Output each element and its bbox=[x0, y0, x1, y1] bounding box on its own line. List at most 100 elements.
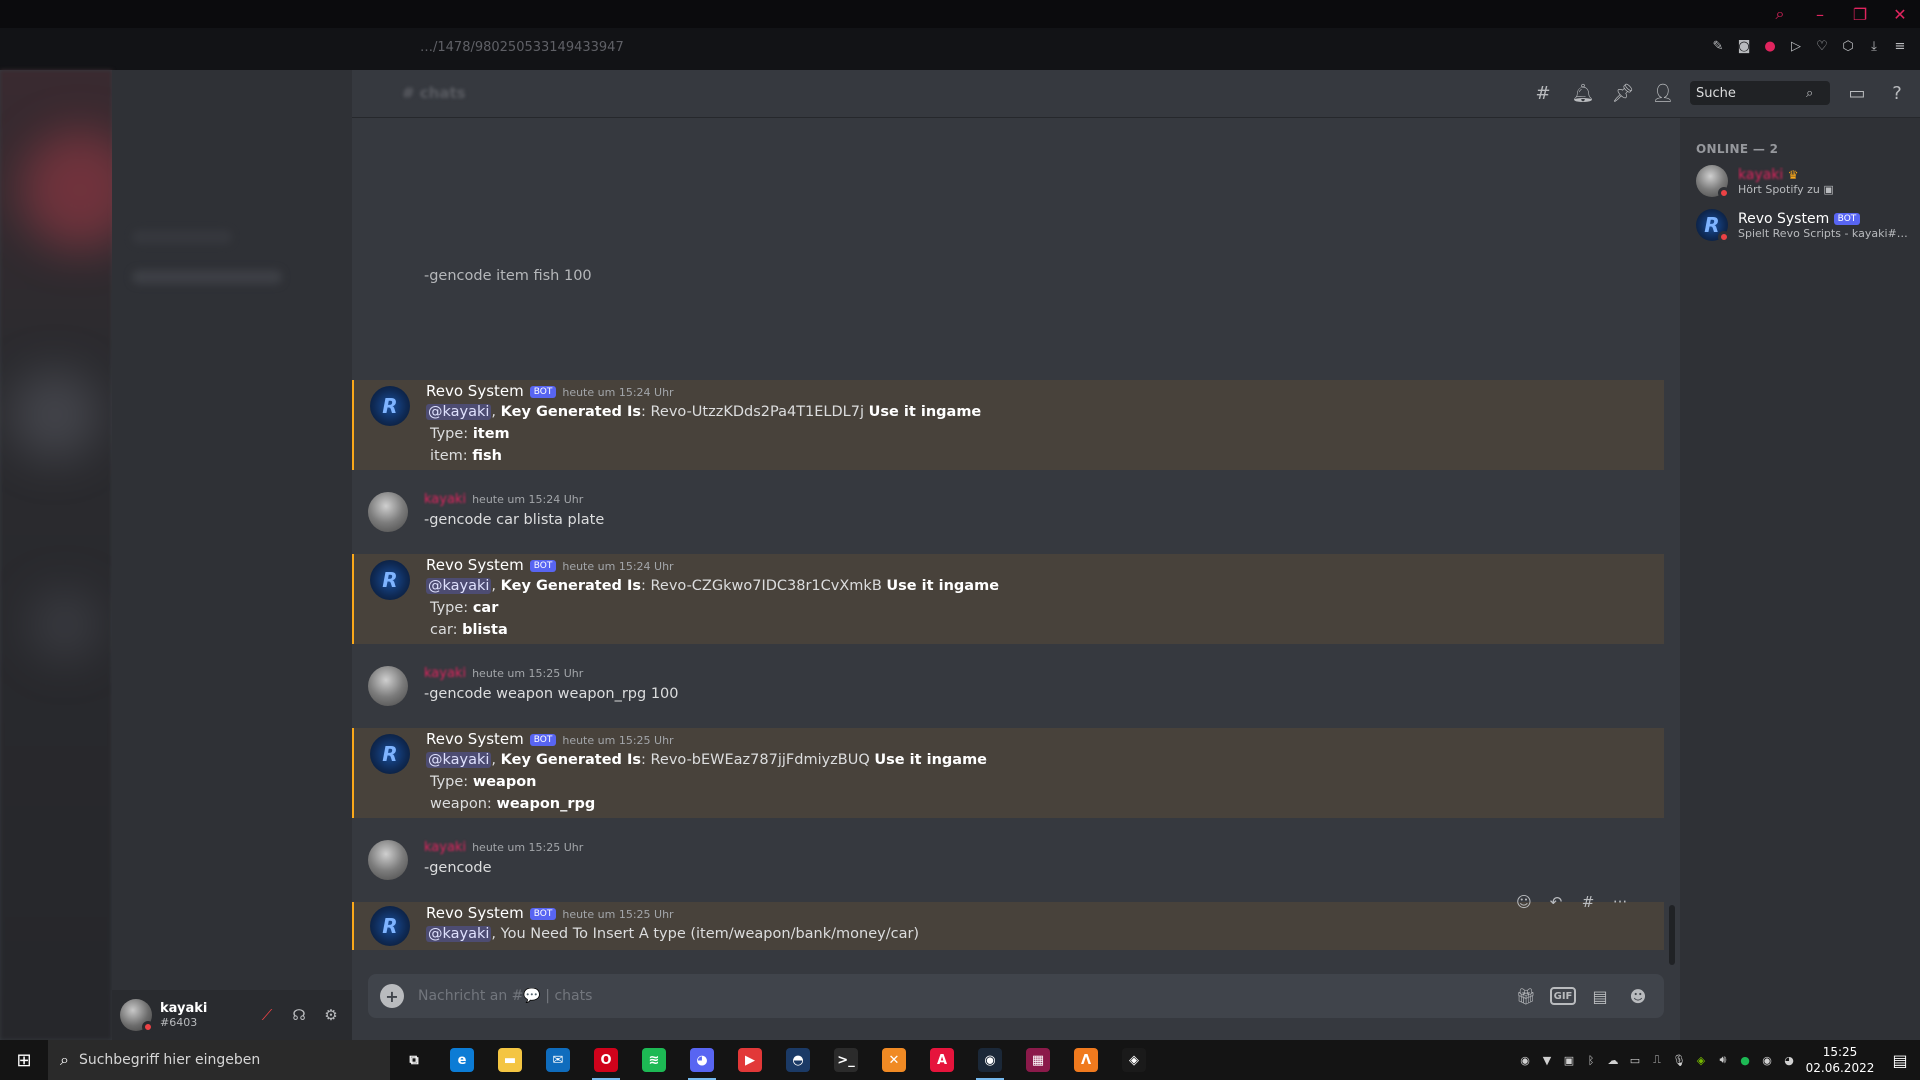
taskbar-app-app-blue[interactable]: ◓ bbox=[774, 1040, 822, 1080]
settings-gear-icon[interactable]: ⚙ bbox=[318, 1002, 344, 1028]
cube-icon[interactable]: ⬡ bbox=[1840, 38, 1856, 54]
member-item[interactable]: R Revo System BOT Spielt Revo Scripts - … bbox=[1696, 204, 1916, 246]
message-scrollbar[interactable] bbox=[1668, 118, 1676, 968]
cloud-icon[interactable]: ☁ bbox=[1602, 1040, 1624, 1080]
emoji-icon[interactable]: ☻ bbox=[1624, 983, 1652, 1009]
taskbar-app-task-view[interactable]: ⧉ bbox=[390, 1040, 438, 1080]
steam-tray-icon[interactable]: ◉ bbox=[1756, 1040, 1778, 1080]
taskbar-app-file-explorer[interactable]: ▬ bbox=[486, 1040, 534, 1080]
bot-message[interactable]: R Revo System BOT heute um 15:24 Uhr @ka… bbox=[352, 554, 1664, 644]
user-mention[interactable]: @kayaki bbox=[426, 752, 492, 768]
taskbar-app-xampp[interactable]: ✕ bbox=[870, 1040, 918, 1080]
reply-icon[interactable]: ↶ bbox=[1542, 888, 1570, 916]
add-attachment-icon[interactable]: + bbox=[380, 984, 404, 1008]
member-item[interactable]: kayaki ♛ Hört Spotify zu ▣ bbox=[1696, 160, 1916, 202]
taskbar-app-app-orange[interactable]: Λ bbox=[1062, 1040, 1110, 1080]
mute-microphone-icon[interactable]: ⟋ bbox=[254, 1002, 280, 1028]
message-continuation[interactable]: -gencode item fish 100 bbox=[352, 264, 1664, 292]
edit-icon[interactable]: ✎ bbox=[1710, 38, 1726, 54]
bot-message[interactable]: R Revo System BOT heute um 15:25 Uhr @ka… bbox=[352, 902, 1664, 950]
avatar[interactable] bbox=[120, 999, 154, 1033]
taskbar-app-terminal[interactable]: >_ bbox=[822, 1040, 870, 1080]
play-icon[interactable]: ▷ bbox=[1788, 38, 1804, 54]
restore-icon[interactable]: ❐ bbox=[1840, 0, 1880, 28]
record-icon[interactable]: ● bbox=[1762, 38, 1778, 54]
bot-message[interactable]: R Revo System BOT heute um 15:24 Uhr @ka… bbox=[352, 380, 1664, 470]
member-list-header: ONLINE — 2 bbox=[1696, 142, 1779, 156]
user-message[interactable]: kayaki heute um 15:25 Uhr -gencode bbox=[352, 836, 1664, 888]
network-icon[interactable]: ▭ bbox=[1624, 1040, 1646, 1080]
spotify-tray-icon[interactable]: ● bbox=[1734, 1040, 1756, 1080]
bluetooth-icon[interactable]: ᛒ bbox=[1580, 1040, 1602, 1080]
taskbar-clock[interactable]: 15:25 02.06.2022 bbox=[1800, 1044, 1880, 1076]
message-author[interactable]: kayaki bbox=[424, 666, 466, 681]
message-author[interactable]: Revo System bbox=[426, 730, 524, 748]
notification-bell-icon[interactable]: 🔔︎ bbox=[1570, 80, 1596, 106]
usb-icon[interactable]: ⎍ bbox=[1646, 1040, 1668, 1080]
message-author[interactable]: kayaki bbox=[424, 492, 466, 507]
discord-tray-icon[interactable]: ◕ bbox=[1778, 1040, 1800, 1080]
thread-icon[interactable]: # bbox=[1574, 888, 1602, 916]
windows-start-icon[interactable]: ⊞ bbox=[0, 1040, 48, 1080]
user-message[interactable]: kayaki heute um 15:25 Uhr -gencode weapo… bbox=[352, 662, 1664, 714]
taskbar-app-discord[interactable]: ◕ bbox=[678, 1040, 726, 1080]
download-icon[interactable]: ⤓ bbox=[1866, 38, 1882, 54]
menu-icon[interactable]: ≡ bbox=[1892, 38, 1908, 54]
heart-icon[interactable]: ♡ bbox=[1814, 38, 1830, 54]
close-icon[interactable]: ✕ bbox=[1880, 0, 1920, 28]
taskbar-app-nvidia[interactable]: ◈ bbox=[1110, 1040, 1158, 1080]
taskbar-app-steam[interactable]: ◉ bbox=[966, 1040, 1014, 1080]
taskbar-app-spotify[interactable]: ≋ bbox=[630, 1040, 678, 1080]
bot-avatar[interactable]: R bbox=[370, 734, 410, 774]
search-box[interactable]: ⌕ bbox=[1690, 81, 1830, 105]
taskbar-search-input[interactable] bbox=[78, 1052, 359, 1068]
member-list-icon[interactable]: 👤︎ bbox=[1650, 80, 1676, 106]
notification-center-icon[interactable]: ▤ bbox=[1880, 1040, 1920, 1080]
user-avatar[interactable] bbox=[368, 666, 408, 706]
sticker-icon[interactable]: ▤ bbox=[1586, 983, 1614, 1009]
user-mention[interactable]: @kayaki bbox=[426, 578, 492, 594]
message-input[interactable] bbox=[418, 988, 1502, 1004]
user-avatar[interactable] bbox=[368, 840, 408, 880]
taskbar-app-opera[interactable]: O bbox=[582, 1040, 630, 1080]
bot-avatar[interactable]: R bbox=[370, 560, 410, 600]
taskbar-search[interactable]: ⌕ bbox=[48, 1040, 390, 1080]
message-author[interactable]: Revo System bbox=[426, 904, 524, 922]
app-tray-icon[interactable]: ▣ bbox=[1558, 1040, 1580, 1080]
taskbar-app-media-player[interactable]: ▶ bbox=[726, 1040, 774, 1080]
address-bar-url[interactable]: …/1478/980250533149433947 bbox=[420, 40, 624, 55]
message-author[interactable]: Revo System bbox=[426, 382, 524, 400]
threads-icon[interactable]: # bbox=[1530, 80, 1556, 106]
chrome-tray-icon[interactable]: ◉ bbox=[1514, 1040, 1536, 1080]
scrollbar-thumb[interactable] bbox=[1669, 905, 1675, 965]
taskbar-app-edge[interactable]: e bbox=[438, 1040, 486, 1080]
user-mention[interactable]: @kayaki bbox=[426, 404, 492, 420]
user-avatar[interactable] bbox=[368, 492, 408, 532]
inbox-icon[interactable]: ▭ bbox=[1844, 80, 1870, 106]
gift-icon[interactable]: 🎁︎ bbox=[1512, 983, 1540, 1009]
user-mention[interactable]: @kayaki bbox=[426, 926, 492, 942]
microphone-icon[interactable]: 🎙︎ bbox=[1668, 1040, 1690, 1080]
bot-avatar[interactable]: R bbox=[370, 906, 410, 946]
message-author[interactable]: kayaki bbox=[424, 840, 466, 855]
search-icon[interactable]: ⌕ bbox=[1760, 0, 1800, 28]
taskbar-app-mail[interactable]: ✉ bbox=[534, 1040, 582, 1080]
bot-message[interactable]: R Revo System BOT heute um 15:25 Uhr @ka… bbox=[352, 728, 1664, 818]
headphones-icon[interactable]: ☊ bbox=[286, 1002, 312, 1028]
bot-avatar[interactable]: R bbox=[370, 386, 410, 426]
antivirus-tray-icon[interactable]: ▼ bbox=[1536, 1040, 1558, 1080]
pin-icon[interactable]: 📌︎ bbox=[1610, 80, 1636, 106]
message-author[interactable]: Revo System bbox=[426, 556, 524, 574]
more-icon[interactable]: ··· bbox=[1606, 888, 1634, 916]
taskbar-app-app-red[interactable]: A bbox=[918, 1040, 966, 1080]
add-reaction-icon[interactable]: ☺ bbox=[1510, 888, 1538, 916]
nvidia-tray-icon[interactable]: ◈ bbox=[1690, 1040, 1712, 1080]
gif-icon[interactable]: GIF bbox=[1550, 987, 1576, 1005]
camera-icon[interactable]: ◙ bbox=[1736, 38, 1752, 54]
search-input[interactable] bbox=[1696, 85, 1806, 101]
taskbar-app-winrar[interactable]: ▦ bbox=[1014, 1040, 1062, 1080]
user-message[interactable]: kayaki heute um 15:24 Uhr -gencode car b… bbox=[352, 488, 1664, 540]
volume-icon[interactable]: 🔊︎ bbox=[1712, 1040, 1734, 1080]
minimize-icon[interactable]: – bbox=[1800, 0, 1840, 28]
help-icon[interactable]: ? bbox=[1884, 80, 1910, 106]
